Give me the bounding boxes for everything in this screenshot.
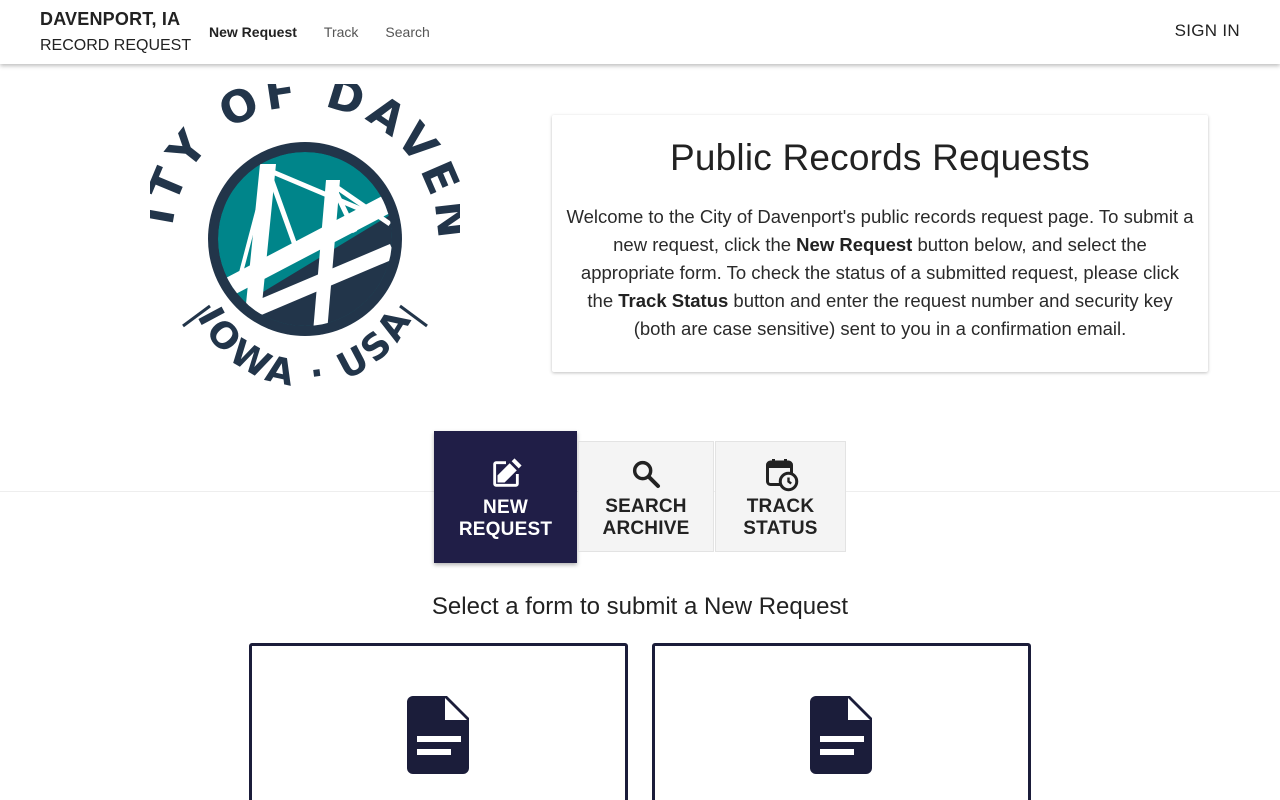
intro-bold-track-status: Track Status (618, 290, 729, 311)
search-archive-button[interactable]: SEARCH ARCHIVE (578, 441, 714, 552)
brand[interactable]: DAVENPORT, IA RECORD REQUEST (40, 8, 191, 57)
brand-city: DAVENPORT, IA (40, 9, 181, 29)
form-tile[interactable] (652, 643, 1031, 800)
new-request-button[interactable]: NEW REQUEST (434, 431, 577, 563)
select-form-heading: Select a form to submit a New Request (431, 593, 849, 620)
sign-in-button[interactable]: SIGN IN (1175, 21, 1240, 41)
document-icon (810, 696, 872, 774)
form-tile[interactable] (249, 643, 628, 800)
page-title: Public Records Requests (669, 137, 1091, 178)
brand-subtitle: RECORD REQUEST (40, 37, 192, 54)
intro-bold-new-request: New Request (796, 234, 913, 255)
top-app-bar: DAVENPORT, IA RECORD REQUEST New Request… (0, 0, 1280, 64)
nav-track[interactable]: Track (324, 23, 358, 41)
main-nav: New Request Track Search (209, 23, 457, 41)
search-icon (632, 460, 660, 488)
new-request-label-1: NEW (483, 497, 528, 518)
track-status-label-2: STATUS (743, 518, 818, 539)
search-archive-label-2: ARCHIVE (602, 518, 690, 539)
track-status-button[interactable]: TRACK STATUS (715, 441, 846, 552)
intro-paragraph: Welcome to the City of Davenport's publi… (566, 203, 1194, 343)
city-seal-logo: THE CITY OF DAVENPORT IOWA · USA (150, 84, 460, 394)
track-status-label-1: TRACK (746, 496, 815, 517)
intro-card: Public Records Requests Welcome to the C… (552, 115, 1208, 372)
search-archive-label-1: SEARCH (605, 496, 687, 517)
calendar-clock-icon (765, 459, 798, 492)
new-request-label-2: REQUEST (458, 519, 553, 540)
edit-icon (492, 458, 522, 487)
nav-new-request[interactable]: New Request (209, 23, 297, 41)
document-icon (407, 696, 469, 774)
nav-search[interactable]: Search (385, 23, 429, 41)
